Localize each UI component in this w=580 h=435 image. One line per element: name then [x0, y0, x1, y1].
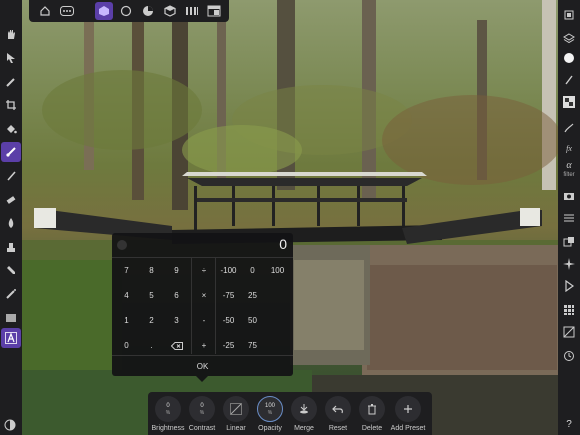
stock-icon[interactable]	[559, 322, 579, 342]
dodge-tool-icon[interactable]	[1, 213, 21, 233]
layers-icon[interactable]	[559, 28, 579, 48]
keypad-clear-icon[interactable]	[117, 240, 127, 250]
transform-icon[interactable]	[559, 208, 579, 228]
key-25[interactable]: 25	[240, 284, 265, 308]
add-preset-label: Add Preset	[390, 425, 426, 432]
home-icon[interactable]	[36, 2, 54, 20]
top-toolbar	[29, 0, 229, 22]
channels-icon[interactable]	[559, 300, 579, 320]
key-minus-100[interactable]: -100	[216, 259, 241, 283]
key-minus-75[interactable]: -75	[216, 284, 241, 308]
assistant-icon[interactable]	[559, 276, 579, 296]
color-picker-tool-icon[interactable]	[1, 72, 21, 92]
color-mode-icon[interactable]	[3, 418, 17, 432]
navigator-icon[interactable]	[559, 232, 579, 252]
smudge-tool-icon[interactable]	[1, 261, 21, 281]
export-persona-icon[interactable]	[183, 2, 201, 20]
brush-settings-icon[interactable]	[559, 118, 579, 138]
key-6[interactable]: 6	[164, 284, 189, 308]
key-9[interactable]: 9	[164, 259, 189, 283]
crop-tool-icon[interactable]	[1, 95, 21, 115]
key-3[interactable]: 3	[164, 309, 189, 333]
key-minus-50[interactable]: -50	[216, 309, 241, 333]
adjustments-icon[interactable]	[559, 92, 579, 112]
add-preset-control[interactable]: Add Preset	[391, 392, 425, 435]
reset-icon	[332, 405, 343, 414]
more-options-icon[interactable]	[58, 2, 76, 20]
key-2[interactable]: 2	[139, 309, 164, 333]
hand-tool-icon[interactable]	[1, 24, 21, 44]
key-7[interactable]: 7	[114, 259, 139, 283]
help-button[interactable]: ?	[562, 418, 576, 432]
key-100[interactable]: 100	[265, 259, 290, 283]
move-tool-icon[interactable]	[1, 48, 21, 68]
selection-brush-tool-icon[interactable]	[1, 142, 21, 162]
fx-icon[interactable]: fx	[559, 138, 579, 158]
linear-curve-icon	[230, 403, 242, 415]
liquify-persona-icon[interactable]	[117, 2, 135, 20]
plus-icon	[404, 405, 412, 413]
trash-icon	[368, 404, 376, 415]
erase-brush-tool-icon[interactable]	[1, 190, 21, 210]
history-icon[interactable]	[559, 5, 579, 25]
photo-persona-icon[interactable]	[95, 2, 113, 20]
left-toolbar	[0, 0, 22, 435]
add-preset-button[interactable]	[395, 396, 421, 422]
key-0-percent[interactable]: 0	[240, 259, 265, 283]
merge-button[interactable]	[291, 396, 317, 422]
merge-icon	[300, 404, 308, 414]
keypad-display: 0	[112, 233, 293, 258]
key-4[interactable]: 4	[114, 284, 139, 308]
key-minus[interactable]: -	[191, 309, 217, 333]
linear-button[interactable]	[223, 396, 249, 422]
view-mode-icon[interactable]	[205, 2, 223, 20]
document-history-icon[interactable]	[559, 346, 579, 366]
snapping-icon[interactable]	[559, 254, 579, 274]
delete-button[interactable]	[359, 396, 385, 422]
flood-fill-tool-icon[interactable]	[1, 119, 21, 139]
inpainting-tool-icon[interactable]	[1, 284, 21, 304]
reset-button[interactable]	[325, 396, 351, 422]
brightness-dial[interactable]: 0 %	[155, 396, 181, 422]
bottom-action-bar: 0 % Brightness 0 % Contrast Linear 100 %…	[148, 392, 432, 435]
opacity-dial[interactable]: 100 %	[257, 396, 283, 422]
right-toolbar: fx α filter	[558, 0, 580, 435]
key-multiply[interactable]: ×	[191, 284, 217, 308]
delete-control[interactable]: Delete	[356, 392, 388, 435]
key-divide[interactable]: ÷	[191, 259, 217, 283]
tone-map-persona-icon[interactable]	[161, 2, 179, 20]
key-8[interactable]: 8	[139, 259, 164, 283]
key-1[interactable]: 1	[114, 309, 139, 333]
key-5[interactable]: 5	[139, 284, 164, 308]
numeric-keypad: 0 7 8 9 4 5 6 1 2 3 0 . ÷ × - + -100 -75…	[112, 233, 293, 376]
color-swatch-icon[interactable]	[559, 48, 579, 68]
camera-icon[interactable]	[559, 186, 579, 206]
rectangle-tool-icon[interactable]	[1, 308, 21, 328]
text-tool-icon[interactable]	[1, 328, 21, 348]
keypad-value: 0	[279, 236, 287, 252]
develop-persona-icon[interactable]	[139, 2, 157, 20]
clone-tool-icon[interactable]	[1, 237, 21, 257]
brushes-icon[interactable]	[559, 70, 579, 90]
contrast-dial[interactable]: 0 %	[189, 396, 215, 422]
keypad-pointer	[196, 376, 208, 382]
keypad-ok-button[interactable]: OK	[112, 355, 293, 377]
paint-brush-tool-icon[interactable]	[1, 166, 21, 186]
key-50[interactable]: 50	[240, 309, 265, 333]
filters-icon[interactable]: α filter	[559, 160, 579, 182]
